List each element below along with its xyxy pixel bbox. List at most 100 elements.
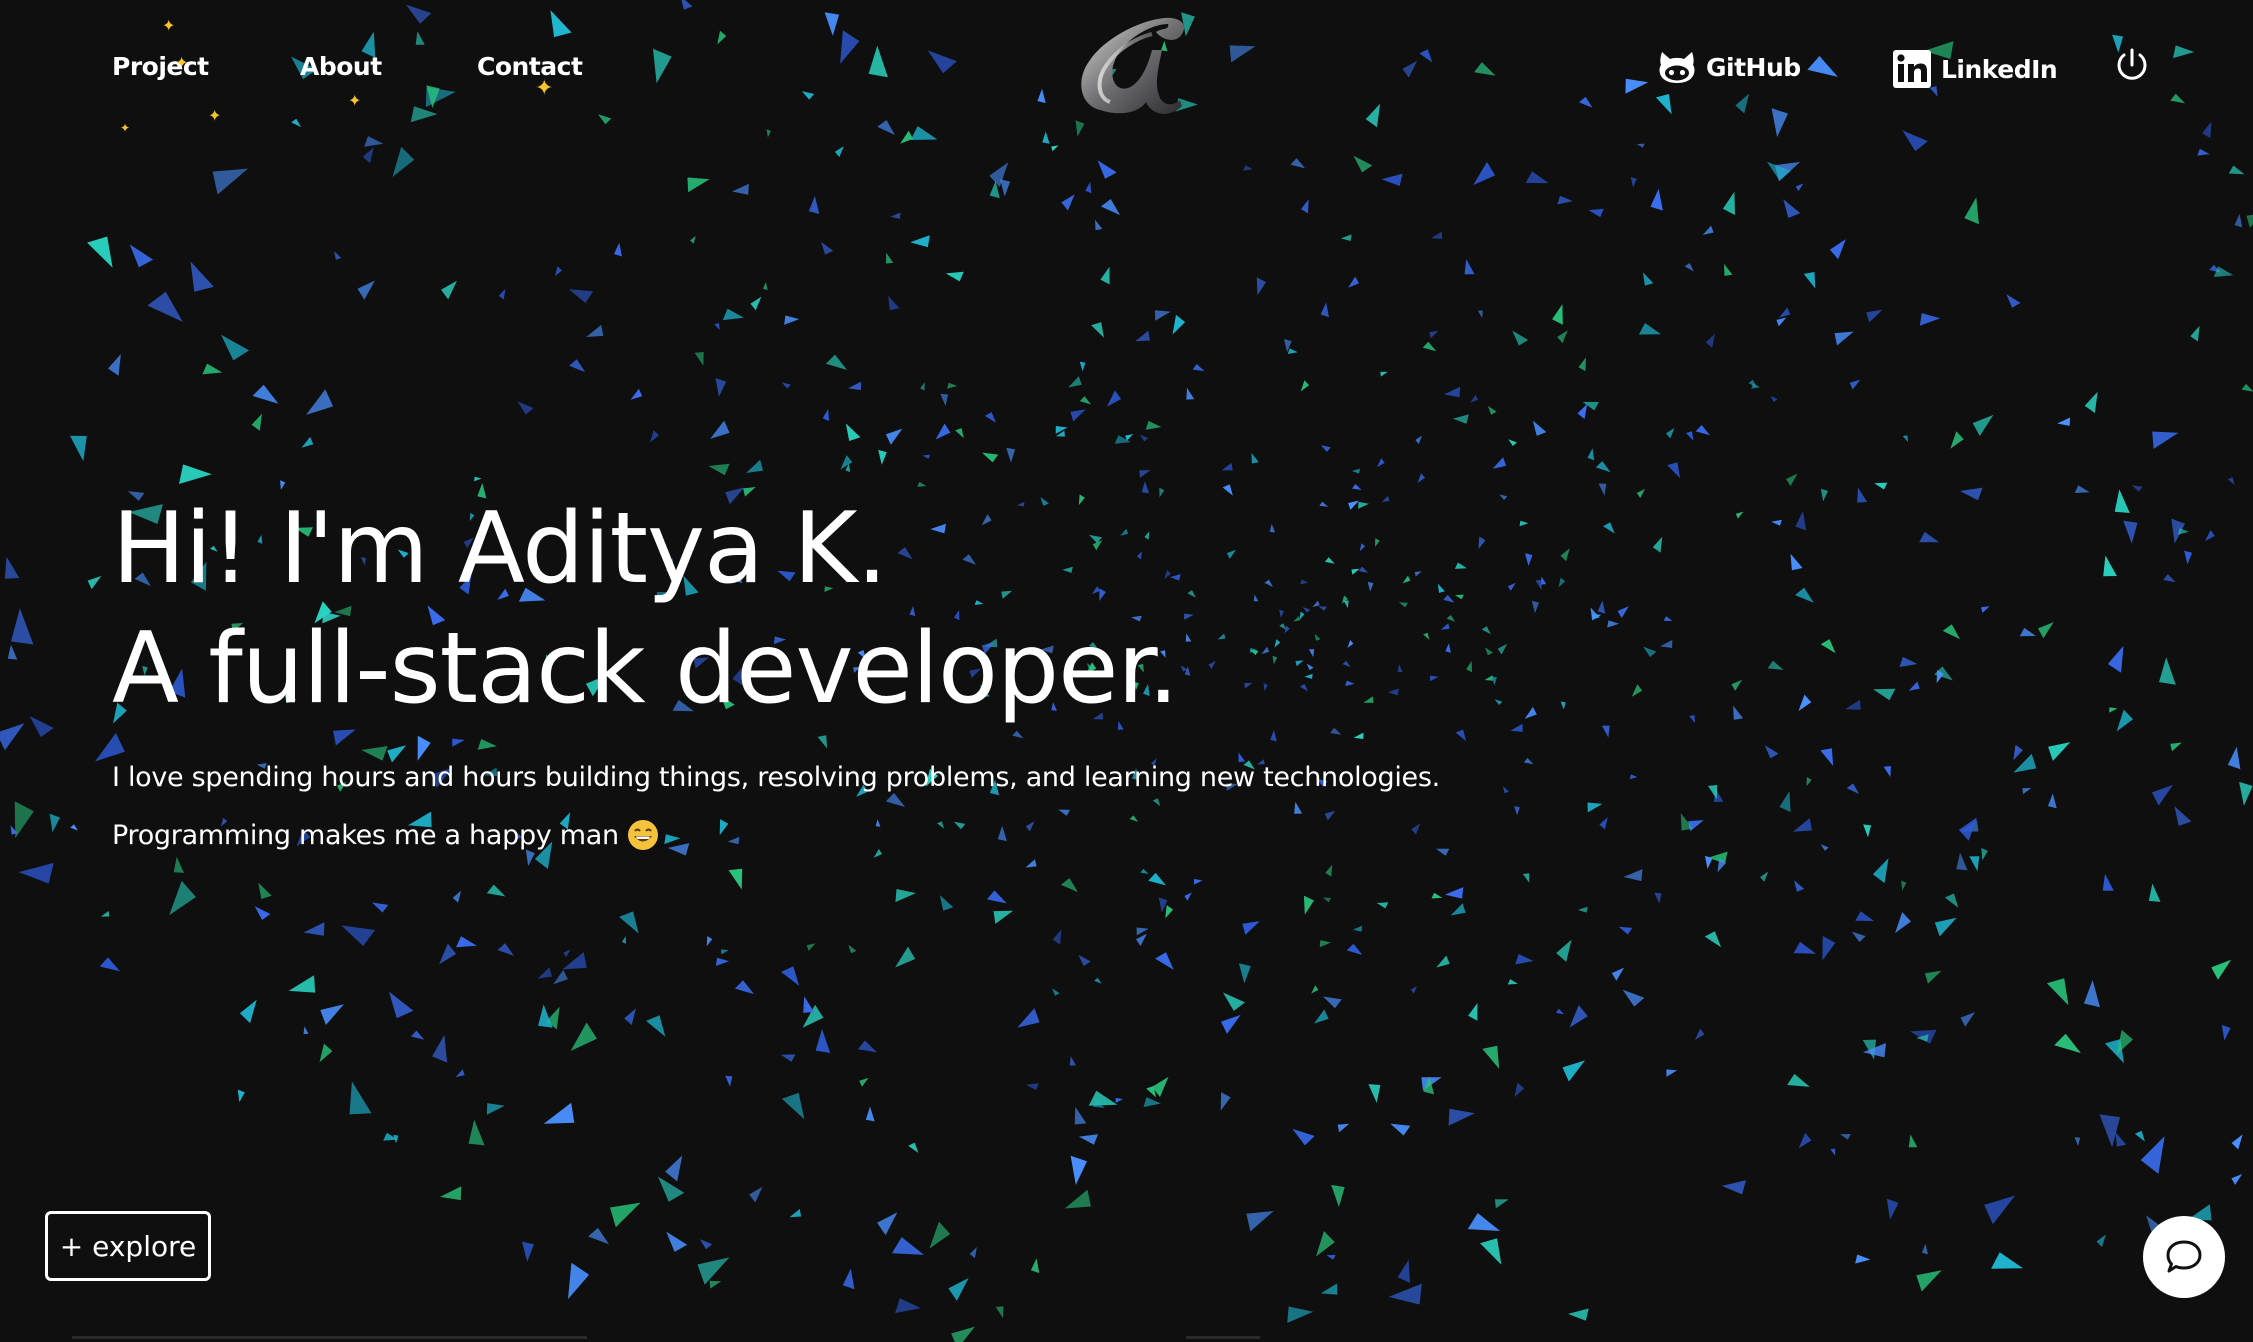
particle-shard — [456, 936, 477, 948]
particle-shard — [1470, 394, 1478, 403]
particle-shard — [1136, 927, 1149, 936]
particle-shard — [1242, 921, 1260, 935]
particle-shard — [1145, 420, 1162, 430]
particle-shard — [1840, 1134, 1851, 1140]
particle-shard — [1402, 60, 1418, 78]
particle-shard — [2131, 485, 2143, 492]
particle-shard — [1243, 165, 1253, 171]
particle-shard — [746, 459, 763, 473]
particle-shard — [280, 480, 286, 490]
particle-shard — [1578, 357, 1586, 372]
particle-shard — [1532, 420, 1547, 436]
particle-shard — [291, 118, 301, 128]
particle-shard — [1689, 715, 1695, 724]
particle-shard — [895, 1298, 921, 1314]
particle-shard — [349, 1081, 372, 1115]
particle-shard — [538, 1004, 553, 1028]
particle-shard — [910, 126, 938, 140]
particle-shard — [2159, 657, 2176, 685]
particle-shard — [993, 910, 1014, 924]
github-label: GitHub — [1706, 52, 1801, 82]
nav-link-about[interactable]: About — [300, 52, 382, 81]
particle-shard — [2231, 1174, 2243, 1185]
particle-shard — [1376, 458, 1385, 468]
particle-shard — [1562, 1060, 1585, 1082]
particle-shard — [586, 324, 604, 337]
particle-shard — [728, 868, 743, 890]
particle-shard — [1846, 783, 1860, 794]
chat-button[interactable] — [2143, 1216, 2225, 1298]
hero-tagline-row: Programming makes me a happy man — [112, 819, 659, 851]
particle-shard — [1807, 56, 1838, 77]
particle-shard — [2228, 165, 2245, 175]
particle-shard — [1444, 887, 1464, 899]
particle-shard — [888, 295, 900, 311]
particle-shard — [646, 1015, 666, 1037]
particle-shard — [1223, 992, 1245, 1011]
particle-shard — [411, 1030, 425, 1040]
particle-shard — [1851, 931, 1866, 943]
particle-shard — [1448, 1108, 1475, 1126]
chat-bubble-icon — [2166, 1240, 2202, 1273]
alpha-logo-icon[interactable] — [1070, 10, 1190, 125]
particle-shard — [885, 793, 906, 807]
particle-shard — [1607, 620, 1620, 628]
particle-shard — [721, 949, 729, 955]
particle-shard — [2227, 746, 2241, 770]
particle-shard — [1478, 536, 1486, 549]
particle-shard — [910, 235, 930, 248]
particle-shard — [1106, 390, 1122, 407]
particle-shard — [1322, 897, 1332, 903]
particle-shard — [1499, 494, 1508, 500]
nav-link-project[interactable]: Project — [112, 52, 209, 81]
particle-shard — [1287, 1306, 1314, 1323]
particle-shard — [877, 120, 895, 135]
particle-shard — [1863, 824, 1872, 838]
particle-shard — [1950, 431, 1964, 449]
particle-shard — [725, 1075, 733, 1087]
linkedin-link[interactable]: LinkedIn — [1893, 50, 2058, 88]
particle-shard — [927, 50, 957, 74]
particle-shard — [1525, 553, 1533, 566]
particle-shard — [1301, 199, 1309, 214]
particle-shard — [1415, 435, 1423, 444]
particle-shard — [681, 0, 693, 10]
particle-shard — [697, 1257, 730, 1285]
particle-shard — [1324, 810, 1336, 821]
nav-link-contact[interactable]: Contact — [477, 52, 583, 81]
particle-shard — [1272, 655, 1278, 665]
particle-shard — [1244, 683, 1253, 689]
particle-shard — [891, 1237, 924, 1255]
particle-shard — [1363, 696, 1374, 703]
particle-shard — [1991, 1252, 2023, 1269]
particle-shard — [1497, 643, 1508, 655]
particle-shard — [415, 31, 425, 45]
particle-shard — [2074, 485, 2090, 493]
particle-shard — [897, 547, 913, 560]
github-link[interactable]: GitHub — [1658, 50, 1801, 84]
particle-shard — [1085, 181, 1092, 194]
particle-shard — [2084, 391, 2098, 413]
particle-shard — [1269, 523, 1276, 533]
particle-shard — [1845, 699, 1861, 710]
particle-shard — [929, 1221, 951, 1249]
particle-shard — [1274, 639, 1281, 648]
particle-shard — [1531, 600, 1539, 614]
power-icon[interactable] — [2112, 45, 2152, 85]
particle-shard — [1304, 673, 1313, 679]
particle-shard — [1702, 225, 1714, 235]
particle-shard — [619, 911, 639, 934]
particle-shard — [95, 733, 125, 762]
particle-shard — [908, 1142, 919, 1153]
particle-shard — [1508, 439, 1517, 446]
explore-button[interactable]: + explore — [45, 1211, 211, 1281]
particle-shard — [1294, 801, 1303, 814]
particle-shard — [1154, 310, 1171, 321]
particle-shard — [1622, 989, 1645, 1007]
particle-shard — [920, 382, 925, 391]
particle-shard — [708, 463, 730, 476]
particle-shard — [1569, 1005, 1588, 1028]
particle-shard — [1323, 996, 1342, 1009]
particle-shard — [2173, 45, 2195, 59]
particle-shard — [1061, 194, 1075, 211]
